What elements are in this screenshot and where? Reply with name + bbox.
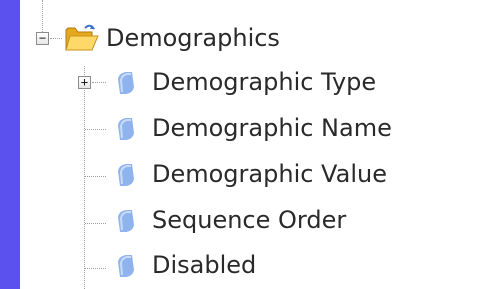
field-icon: [114, 162, 136, 192]
tree-node-label-sequence-order[interactable]: Sequence Order: [152, 206, 346, 234]
folder-open-icon: [64, 22, 100, 58]
tree-connector-line: [85, 268, 106, 269]
tree-node-label-demographic-type[interactable]: Demographic Type: [152, 68, 376, 96]
tree-connector-line: [85, 176, 106, 177]
tree-connector-line: [92, 82, 106, 83]
tree-connector-line: [84, 66, 85, 289]
collapse-toggle[interactable]: −: [36, 32, 49, 45]
field-icon: [114, 116, 136, 146]
tree-node-label-disabled[interactable]: Disabled: [152, 251, 256, 279]
tree-connector-line: [85, 129, 106, 130]
tree-connector-line: [42, 0, 43, 32]
tree-node-label-demographic-name[interactable]: Demographic Name: [152, 114, 392, 142]
field-icon: [114, 208, 136, 238]
tree-node-label-demographics[interactable]: Demographics: [106, 24, 280, 52]
tree-node-label-demographic-value[interactable]: Demographic Value: [152, 160, 387, 188]
tree-connector-line: [85, 223, 106, 224]
tree-view: − Demographics + Demographic Type Demogr…: [20, 0, 495, 289]
field-icon: [114, 253, 136, 283]
field-icon: [114, 70, 136, 100]
tree-connector-line: [50, 38, 62, 39]
expand-toggle[interactable]: +: [78, 76, 91, 89]
